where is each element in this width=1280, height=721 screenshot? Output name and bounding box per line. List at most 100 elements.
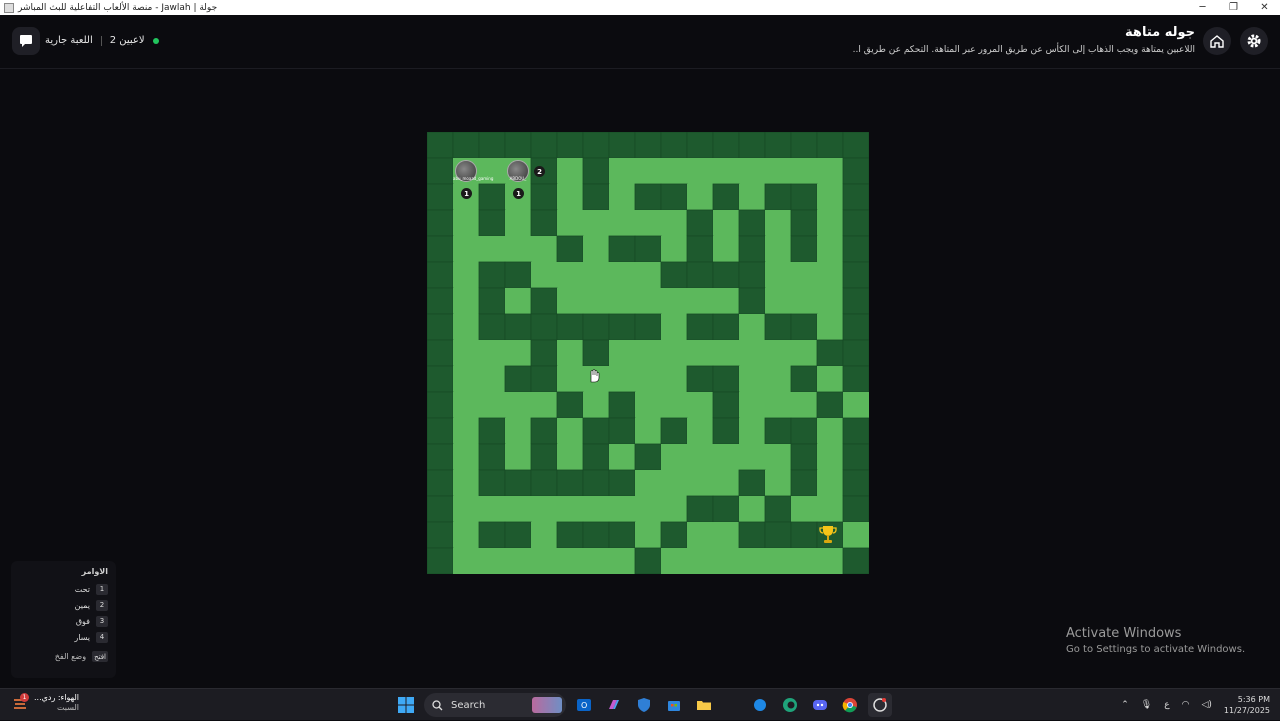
activation-title: Activate Windows [1066,626,1182,641]
command-key: 2 [96,599,108,611]
search-icon [432,699,443,710]
maze-path-cell [557,418,583,444]
maze-path-cell [713,522,739,548]
maze-path-cell [505,340,531,366]
maze-wall-cell [634,443,662,471]
defender-icon[interactable] [632,693,656,717]
maze-wall-cell [504,313,532,341]
system-tray: ⌃ 🎙 ع ◠ ◁) 5:36 PM 11/27/2025 [1121,689,1270,721]
maze-path-cell [609,496,635,522]
activation-subtitle: Go to Settings to activate Windows. [1066,644,1246,655]
maze-path-cell [453,314,479,340]
maze-wall-cell [764,417,792,445]
maze-wall-cell [530,313,558,341]
maze-path-cell [739,444,765,470]
trap-key: افتح [92,651,108,662]
maze-wall-cell [530,287,558,315]
store-icon[interactable] [662,693,686,717]
maze-path-cell [453,210,479,236]
chrome-icon[interactable] [838,693,862,717]
maze-wall-cell [738,521,766,549]
app-blue-icon[interactable] [748,693,772,717]
maze-wall-cell [712,261,740,289]
maze-path-cell [687,470,713,496]
outlook-icon[interactable]: O [572,693,596,717]
minimize-button[interactable]: ─ [1187,0,1218,15]
home-button[interactable] [1203,27,1231,55]
maze-path-cell [739,496,765,522]
player-steps-badge: 1 [513,188,524,199]
maze-wall-cell [582,132,610,159]
command-label: يسار [74,632,90,642]
maze-wall-cell [427,521,454,549]
edge-icon[interactable] [778,693,802,717]
maze-path-cell [661,158,687,184]
maze-path-cell [609,210,635,236]
maze-wall-cell [427,313,454,341]
file-explorer-icon[interactable] [692,693,716,717]
maze-path-cell [713,444,739,470]
search-highlight-icon [532,697,562,713]
status-divider [100,35,102,46]
maze-path-cell [557,548,583,574]
discord-icon[interactable] [808,693,832,717]
maze-path-cell [635,496,661,522]
maze-path-cell [453,262,479,288]
weather-widget[interactable]: 1 الهواء: ردي... السبت [12,693,79,713]
maze-path-cell [505,444,531,470]
maximize-button[interactable]: ❐ [1218,0,1249,15]
maze-path-cell [739,392,765,418]
maze-wall-cell [842,132,869,159]
maze-path-cell [531,236,557,262]
maze-path-cell [765,262,791,288]
maze-path-cell [765,366,791,392]
maze-wall-cell [530,443,558,471]
start-button[interactable] [394,693,418,717]
close-button[interactable]: ✕ [1249,0,1280,15]
maze-wall-cell [427,495,454,523]
maze-wall-cell [842,365,869,393]
maze-path-cell [739,548,765,574]
taskbar-search[interactable]: Search [424,693,566,717]
maze-wall-cell [427,132,454,159]
microphone-icon[interactable]: 🎙 [1141,700,1152,710]
maze-path-cell [479,548,505,574]
maze-wall-cell [842,443,869,471]
language-indicator[interactable]: ع [1164,700,1169,710]
jawlah-app-icon[interactable] [868,693,892,717]
maze-path-cell [557,158,583,184]
maze-wall-cell [764,521,792,549]
chat-logo-icon[interactable] [12,27,40,55]
maze-path-cell [713,236,739,262]
maze-path-cell [687,418,713,444]
search-label: Search [451,699,486,711]
settings-button[interactable] [1240,27,1268,55]
maze-wall-cell [712,132,740,159]
maze-wall-cell [478,313,506,341]
maze-wall-cell [764,183,792,211]
maze-path-cell [557,184,583,210]
maze-path-cell [609,366,635,392]
maze-path-cell [713,548,739,574]
clock[interactable]: 5:36 PM 11/27/2025 [1224,694,1270,716]
volume-icon[interactable]: ◁) [1201,700,1211,710]
maze-wall-cell [427,209,454,237]
maze-path-cell [713,470,739,496]
maze-wall-cell [660,261,688,289]
maze-path-cell [765,392,791,418]
maze-path-cell [661,314,687,340]
maze-wall-cell [660,183,688,211]
maze-path-cell [791,158,817,184]
maze-path-cell [531,522,557,548]
clock-time: 5:36 PM [1237,695,1270,704]
maze-wall-cell [634,183,662,211]
copilot-icon[interactable] [602,693,626,717]
maze-wall-cell [842,287,869,315]
wifi-icon[interactable]: ◠ [1182,700,1190,710]
maze-wall-cell [738,132,766,159]
maze-path-cell [479,236,505,262]
maze-wall-cell [478,132,506,159]
chevron-up-icon[interactable]: ⌃ [1121,700,1129,710]
maze-path-cell [505,392,531,418]
maze-path-cell [817,496,843,522]
